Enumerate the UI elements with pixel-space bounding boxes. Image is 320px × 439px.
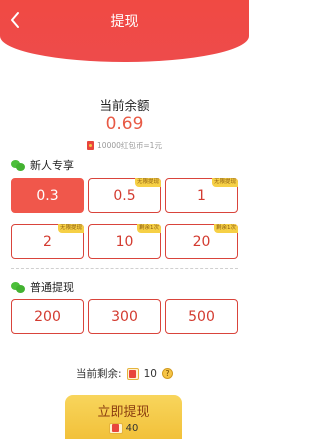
option-0-3[interactable]: 0.3 <box>11 178 84 213</box>
remaining-count: 10 <box>143 367 157 380</box>
option-tag: 剩余1次 <box>137 224 161 233</box>
option-amount: 10 <box>115 233 134 250</box>
regular-title-text: 普通提现 <box>30 281 74 294</box>
option-amount: 0.3 <box>36 187 59 204</box>
option-10[interactable]: 剩余1次 10 <box>88 224 161 259</box>
balance-value: 0.69 <box>105 114 144 134</box>
red-envelope-icon <box>87 141 95 150</box>
section-divider <box>11 268 238 269</box>
option-200[interactable]: 200 <box>11 299 84 334</box>
option-1[interactable]: 无限提现 1 <box>165 178 238 213</box>
option-tag: 剩余1次 <box>214 224 238 233</box>
option-amount: 20 <box>192 233 211 250</box>
header-bar: 提现 <box>0 0 249 62</box>
exchange-rate-text: 10000红包币=1元 <box>97 141 162 150</box>
wechat-icon <box>11 159 25 171</box>
option-2[interactable]: 无限提现 2 <box>11 224 84 259</box>
option-300[interactable]: 300 <box>88 299 161 334</box>
option-amount: 200 <box>34 308 61 325</box>
wechat-icon <box>11 281 25 293</box>
red-envelope-icon <box>126 367 139 380</box>
option-amount: 0.5 <box>113 187 136 204</box>
newcomer-section-title: 新人专享 <box>11 157 74 173</box>
option-500[interactable]: 500 <box>165 299 238 334</box>
exchange-rate: 10000红包币=1元 <box>0 140 249 151</box>
withdraw-button[interactable]: 立即提现 40 <box>65 395 182 439</box>
withdraw-button-label: 立即提现 <box>97 404 150 420</box>
option-tag: 无限提现 <box>211 178 238 187</box>
option-20[interactable]: 剩余1次 20 <box>165 224 238 259</box>
option-amount: 500 <box>188 308 215 325</box>
option-amount: 2 <box>43 233 52 250</box>
option-amount: 300 <box>111 308 138 325</box>
remaining-label: 当前剩余: <box>76 368 122 380</box>
red-envelope-icon <box>108 422 123 434</box>
newcomer-title-text: 新人专享 <box>30 159 74 172</box>
balance-label: 当前余额 <box>99 98 150 113</box>
withdraw-cost: 40 <box>108 422 139 434</box>
withdraw-cost-value: 40 <box>125 422 139 434</box>
option-tag: 无限提现 <box>57 224 84 233</box>
remaining-row: 当前剩余: 10 ? <box>0 366 249 381</box>
option-amount: 1 <box>197 187 206 204</box>
option-tag: 无限提现 <box>134 178 161 187</box>
regular-section-title: 普通提现 <box>11 279 74 295</box>
page-title: 提现 <box>110 14 139 30</box>
help-icon[interactable]: ? <box>161 368 173 379</box>
option-0-5[interactable]: 无限提现 0.5 <box>88 178 161 213</box>
